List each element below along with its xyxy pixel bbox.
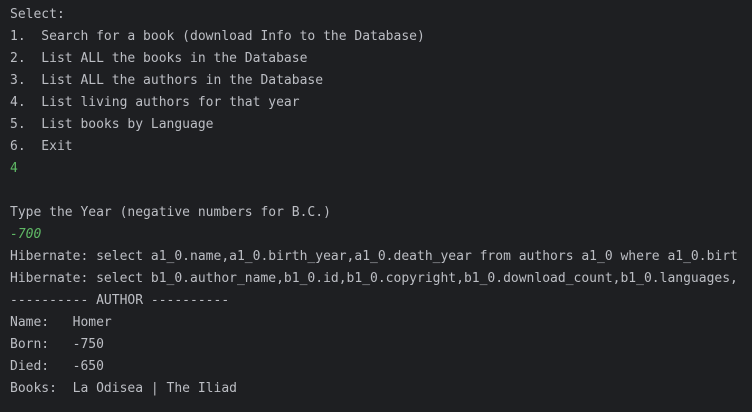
- author-born-line: Born: -750: [10, 337, 104, 352]
- menu-option-books-by-language: 5. List books by Language: [10, 117, 214, 132]
- author-died-line: Died: -650: [10, 359, 104, 374]
- author-name-line: Name: Homer: [10, 315, 112, 330]
- author-section-header: ---------- AUTHOR ----------: [10, 293, 230, 308]
- hibernate-log-books-query: Hibernate: select b1_0.author_name,b1_0.…: [10, 271, 738, 286]
- menu-option-exit: 6. Exit: [10, 139, 73, 154]
- menu-option-list-authors: 3. List ALL the authors in the Database: [10, 73, 324, 88]
- user-input-year: -700: [10, 227, 42, 242]
- user-input-menu-choice: 4: [10, 161, 18, 176]
- year-prompt: Type the Year (negative numbers for B.C.…: [10, 205, 331, 220]
- console-output[interactable]: Select: 1. Search for a book (download I…: [0, 0, 752, 412]
- menu-option-search-book: 1. Search for a book (download Info to t…: [10, 29, 425, 44]
- menu-prompt: Select:: [10, 7, 65, 22]
- hibernate-log-authors-query: Hibernate: select a1_0.name,a1_0.birth_y…: [10, 249, 738, 264]
- menu-option-list-books: 2. List ALL the books in the Database: [10, 51, 308, 66]
- menu-option-living-authors: 4. List living authors for that year: [10, 95, 300, 110]
- author-books-line: Books: La Odisea | The Iliad: [10, 381, 237, 396]
